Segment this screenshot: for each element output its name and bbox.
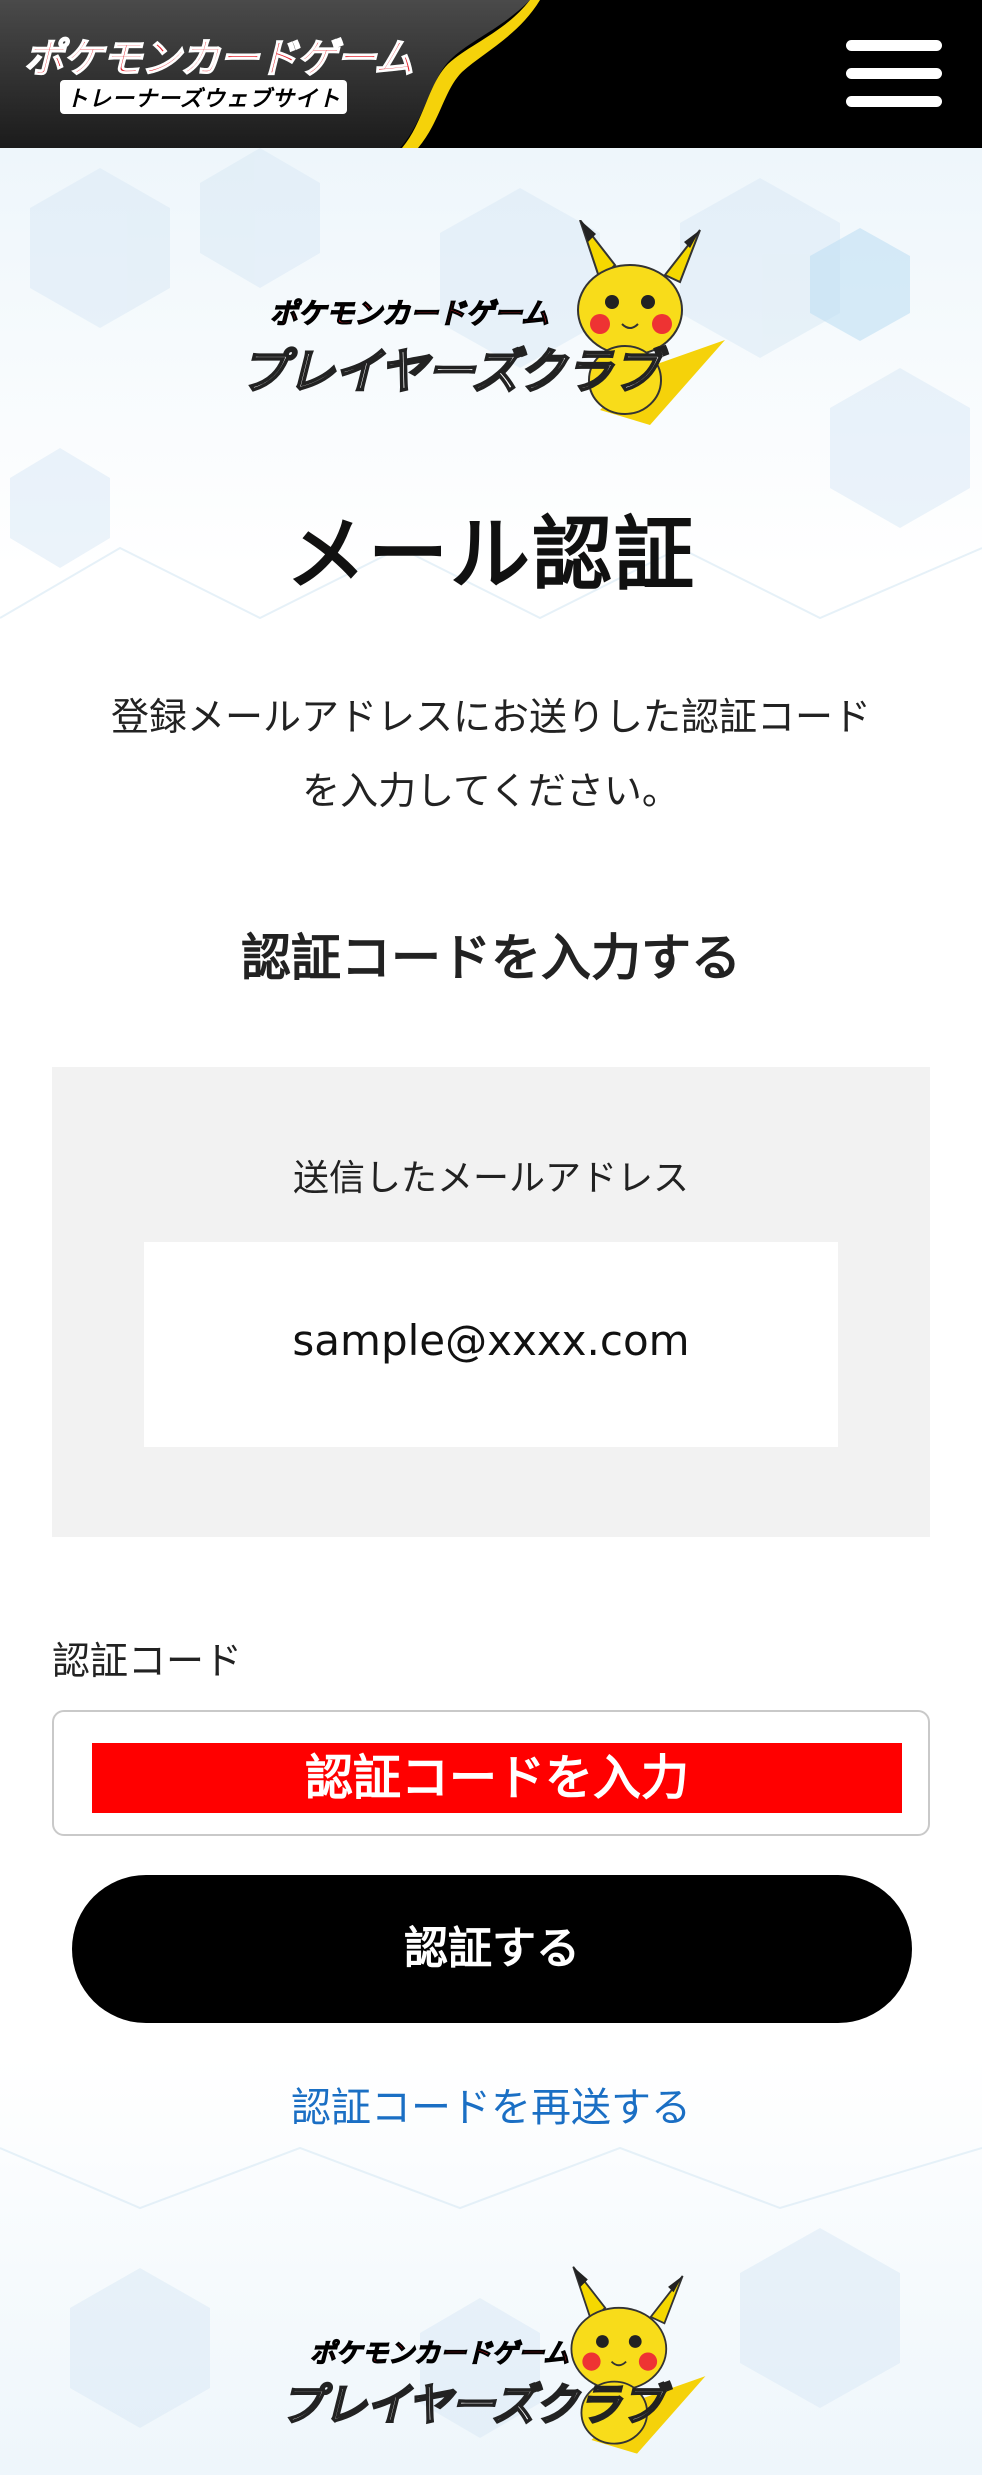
sent-email-panel: 送信したメールアドレス sample@xxxx.com xyxy=(52,1067,930,1537)
page-title: メール認証 xyxy=(286,508,696,601)
players-club-footer-logo: ポケモンカードゲーム プレイヤーズクラブ xyxy=(270,2265,710,2465)
verify-button[interactable]: 認証する xyxy=(72,1875,912,2023)
intro-line: を入力してください。 xyxy=(302,769,680,813)
hamburger-menu-button[interactable] xyxy=(846,38,942,108)
code-input-placeholder: 認証コードを入力 xyxy=(92,1743,902,1813)
club-logo-title: プレイヤーズクラブ xyxy=(279,2379,665,2432)
intro-line: 登録メールアドレスにお送りした認証コード xyxy=(110,695,871,739)
sent-email-label: 送信したメールアドレス xyxy=(292,1158,689,1199)
brand-title: ポケモンカードゲーム xyxy=(23,35,414,83)
club-logo-brand: ポケモンカードゲーム xyxy=(309,2338,570,2369)
resend-code-link[interactable]: 認証コードを再送する xyxy=(0,2075,982,2133)
players-club-logo: ポケモンカードゲーム プレイヤーズクラブ xyxy=(239,220,740,430)
club-logo-brand: ポケモンカードゲーム xyxy=(269,296,550,330)
club-logo-title: プレイヤーズクラブ xyxy=(239,343,661,401)
hamburger-menu-icon xyxy=(846,40,942,51)
hamburger-menu-icon xyxy=(846,96,942,107)
site-header: ポケモンカードゲーム トレーナーズウェブサイト xyxy=(0,0,982,148)
code-field-label: 認証コード xyxy=(52,1639,243,1683)
hamburger-menu-icon xyxy=(846,68,942,79)
sent-email-box: sample@xxxx.com xyxy=(144,1242,838,1447)
brand-subtitle: トレーナーズウェブサイト xyxy=(60,80,347,114)
intro-text: 登録メールアドレスにお送りした認証コード を入力してください。 xyxy=(60,680,922,828)
section-title: 認証コードを入力する xyxy=(241,929,741,987)
sent-email-value: sample@xxxx.com xyxy=(292,1316,690,1365)
code-input[interactable]: 認証コードを入力 xyxy=(52,1710,930,1836)
